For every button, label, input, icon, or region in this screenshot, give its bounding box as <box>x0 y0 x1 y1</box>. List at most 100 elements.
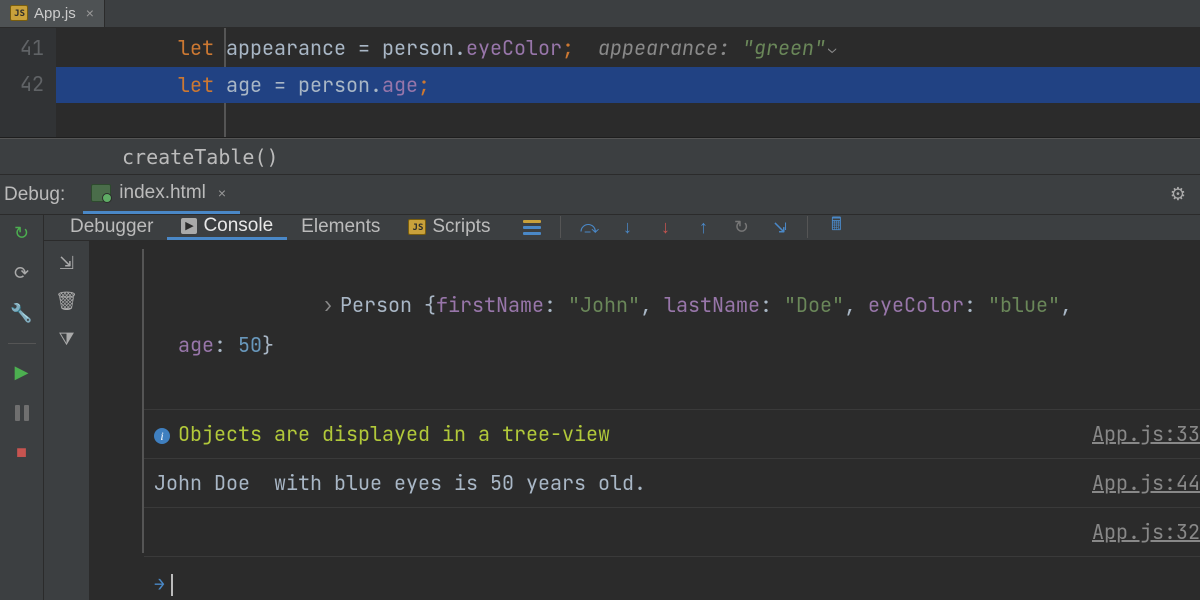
editor-tab-label: App.js <box>34 5 76 22</box>
resume-icon[interactable]: ▶ <box>11 362 33 384</box>
code-area[interactable]: let appearance = person.eyeColor;appeara… <box>56 28 1200 137</box>
drop-frame-icon[interactable]: ↘I <box>769 217 789 237</box>
identifier: person. <box>370 35 466 61</box>
tab-debugger[interactable]: Debugger <box>56 215 167 240</box>
debug-toolwindow-header: Debug: index.html × ⚙ <box>0 174 1200 215</box>
line-number: 41 <box>0 30 44 66</box>
console-output[interactable]: ›Person {firstName: "John", lastName: "D… <box>144 241 1200 600</box>
console-panel: ⇲ 🗑 ⧩ ›Person {firstName: "John", lastNa… <box>44 241 1200 600</box>
debug-main: Debugger ▶ Console Elements JS Scripts ⤼ ↓… <box>44 215 1200 600</box>
filter-icon[interactable]: ⧩ <box>56 329 78 351</box>
separator <box>560 216 561 238</box>
console-prompt[interactable]: → <box>144 557 1200 600</box>
debug-run-tab-label: index.html <box>119 182 206 204</box>
obj-key: lastName <box>664 292 760 318</box>
console-gutter <box>90 241 144 600</box>
wrench-icon[interactable]: 🔧 <box>11 303 33 325</box>
step-over-icon[interactable]: ⤼ <box>579 217 599 237</box>
console-left-actions: ⇲ 🗑 ⧩ <box>44 241 90 600</box>
op: = <box>274 72 286 98</box>
breadcrumb[interactable]: createTable() <box>0 138 1200 175</box>
run-to-cursor-icon[interactable]: ↻ <box>731 217 751 237</box>
refresh-icon[interactable]: ⟳ <box>11 263 33 285</box>
js-file-icon: JS <box>408 219 426 235</box>
play-badge-icon: ▶ <box>181 218 197 234</box>
prompt-arrow-icon: → <box>154 565 171 600</box>
evaluate-icon[interactable]: 🖩 <box>826 217 846 237</box>
keyword: let <box>178 72 214 98</box>
obj-val: "Doe" <box>784 292 844 318</box>
debug-label: Debug: <box>0 184 83 206</box>
tab-label: Elements <box>301 216 380 238</box>
obj-key: age <box>178 332 214 358</box>
text-caret <box>171 574 173 596</box>
property: age <box>382 72 418 98</box>
close-icon[interactable]: × <box>82 5 94 21</box>
source-link[interactable]: App.js:32 <box>1076 512 1200 552</box>
rerun-icon[interactable]: ↻ <box>11 223 33 245</box>
punct: ; <box>418 72 430 98</box>
lines-icon[interactable] <box>522 217 542 237</box>
ide-root: JS App.js × 41 42 let appearance = perso… <box>0 0 1200 600</box>
console-row-log[interactable]: App.js:32 <box>144 508 1200 557</box>
line-number: 42 <box>0 66 44 102</box>
editor-tabbar: JS App.js × <box>0 0 1200 28</box>
step-into-icon[interactable]: ↓ <box>617 217 637 237</box>
object-head: Person <box>340 292 424 318</box>
keyword: let <box>178 35 214 61</box>
info-icon: i <box>154 428 170 444</box>
identifier: age <box>214 72 274 98</box>
obj-val: "blue" <box>988 292 1060 318</box>
pause-icon[interactable] <box>11 402 33 424</box>
separator <box>8 343 36 344</box>
punct: ; <box>562 35 574 61</box>
console-row-log[interactable]: John Doe with blue eyes is 50 years old.… <box>144 459 1200 508</box>
obj-val: "John" <box>568 292 640 318</box>
gear-icon[interactable]: ⚙ <box>1170 184 1186 205</box>
console-message: Objects are displayed in a tree-view <box>178 421 610 447</box>
tab-label: Debugger <box>70 216 153 238</box>
console-row-object[interactable]: ›Person {firstName: "John", lastName: "D… <box>144 241 1200 410</box>
separator <box>807 216 808 238</box>
debug-actions-left: ↻ ⟳ 🔧 ▶ ■ <box>0 215 44 600</box>
code-editor[interactable]: 41 42 let appearance = person.eyeColor;a… <box>0 28 1200 138</box>
tab-label: Console <box>203 215 273 237</box>
tab-scripts[interactable]: JS Scripts <box>394 215 504 240</box>
scroll-to-end-icon[interactable]: ⇲ <box>56 253 78 275</box>
trash-icon[interactable]: 🗑 <box>56 291 78 313</box>
source-link[interactable]: App.js:44 <box>1076 463 1200 503</box>
chevron-right-icon[interactable]: › <box>322 292 340 318</box>
debug-run-tab[interactable]: index.html × <box>83 175 240 214</box>
line-gutter: 41 42 <box>0 28 56 137</box>
stop-icon[interactable]: ■ <box>11 442 33 464</box>
console-row-info[interactable]: i Objects are displayed in a tree-view Ap… <box>144 410 1200 459</box>
brace: } <box>262 332 274 358</box>
tab-label: Scripts <box>432 216 490 238</box>
breadcrumb-item[interactable]: createTable() <box>122 145 279 169</box>
inlay-hint: appearance: "green" <box>574 35 826 61</box>
code-line-42[interactable]: let age = person.age; <box>56 67 1200 103</box>
debug-tabs: Debugger ▶ Console Elements JS Scripts ⤼ ↓… <box>44 215 1200 241</box>
tab-elements[interactable]: Elements <box>287 215 394 240</box>
console-message: John Doe with blue eyes is 50 years old. <box>154 470 646 496</box>
close-icon[interactable]: × <box>214 185 226 201</box>
tab-console[interactable]: ▶ Console <box>167 215 287 240</box>
chevron-down-icon[interactable]: ⌄ <box>826 40 836 58</box>
force-step-into-icon[interactable]: ↓ <box>655 217 675 237</box>
identifier: person. <box>286 72 382 98</box>
identifier: appearance <box>214 35 358 61</box>
step-out-icon[interactable]: ↑ <box>693 217 713 237</box>
property: eyeColor <box>466 35 562 61</box>
debug-toolbar: ⤼ ↓ ↓ ↑ ↻ ↘I 🖩 <box>522 216 846 238</box>
obj-key: eyeColor <box>868 292 964 318</box>
code-line-41[interactable]: let appearance = person.eyeColor;appeara… <box>56 30 1200 68</box>
obj-key: firstName <box>436 292 544 318</box>
op: = <box>358 35 370 61</box>
brace: { <box>424 292 436 318</box>
editor-tab-appjs[interactable]: JS App.js × <box>0 0 105 27</box>
source-link[interactable]: App.js:33 <box>1076 414 1200 454</box>
html-file-icon <box>91 184 111 202</box>
obj-val: 50 <box>238 332 262 358</box>
debug-body: ↻ ⟳ 🔧 ▶ ■ Debugger ▶ Console Elements JS S… <box>0 215 1200 600</box>
js-file-icon: JS <box>10 5 28 21</box>
